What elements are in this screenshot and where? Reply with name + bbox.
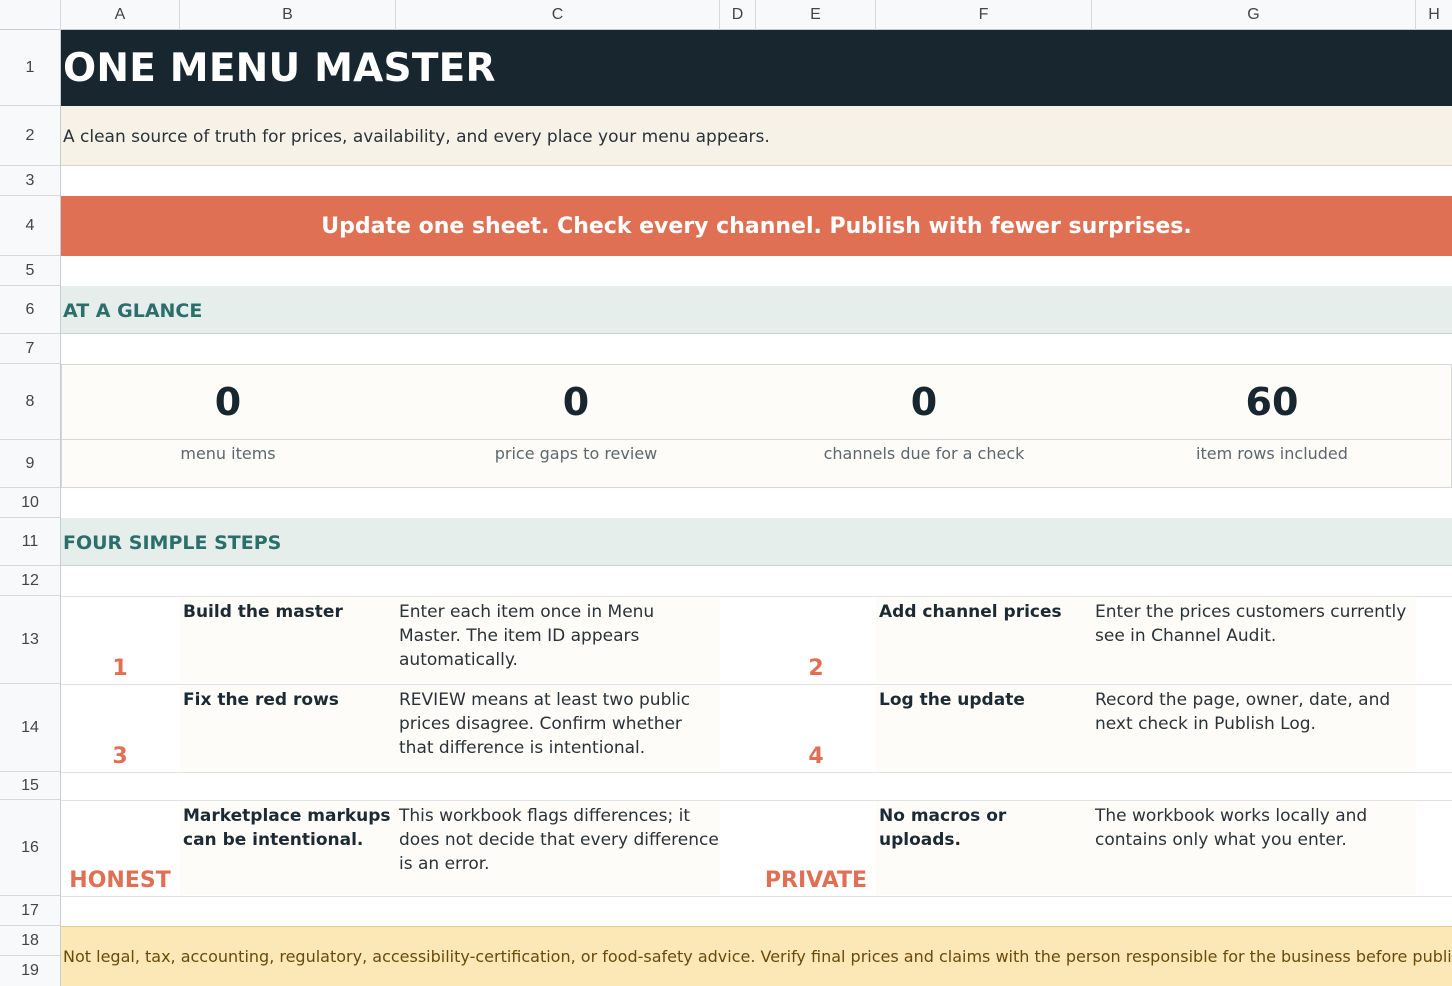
step-desc-3[interactable]: REVIEW means at least two public prices … [399,688,719,760]
row-header-1[interactable]: 1 [0,30,60,106]
row-header-11[interactable]: 11 [0,518,60,566]
select-all-corner[interactable] [0,0,61,30]
stat-channels-due-value[interactable]: 0 [750,380,1098,424]
step-title-1[interactable]: Build the master [183,600,393,624]
note-title-honest[interactable]: Marketplace markups can be intentional. [183,804,393,852]
column-header-g[interactable]: G [1092,0,1416,30]
step-title-3[interactable]: Fix the red rows [183,688,393,712]
gridline [61,896,1452,897]
step-number-2[interactable]: 2 [756,656,876,681]
glance-heading[interactable]: AT A GLANCE [63,300,202,322]
banner-message[interactable]: Update one sheet. Check every channel. P… [61,196,1452,256]
column-header-b[interactable]: B [180,0,396,30]
stat-item-rows-value[interactable]: 60 [1098,380,1446,424]
row-header-4[interactable]: 4 [0,196,60,256]
column-header-a[interactable]: A [61,0,180,30]
row-header-5[interactable]: 5 [0,256,60,286]
step-number-4[interactable]: 4 [756,744,876,769]
row-header-9[interactable]: 9 [0,440,60,488]
stat-channels-due-label: channels due for a check [823,444,1025,463]
step-title-2[interactable]: Add channel prices [879,600,1089,624]
stat-menu-items-label: menu items [180,444,276,463]
note-label-private[interactable]: PRIVATE [756,868,876,893]
stats-divider [61,439,1452,440]
column-header-bar: A B C D E F G H [0,0,1452,30]
row-header-7[interactable]: 7 [0,334,60,364]
note-desc-honest[interactable]: This workbook flags differences; it does… [399,804,719,876]
stat-item-rows-label: item rows included [1196,444,1348,463]
column-header-h[interactable]: H [1416,0,1452,30]
stat-menu-items-value[interactable]: 0 [54,380,402,424]
row-header-6[interactable]: 6 [0,286,60,334]
row-header-8[interactable]: 8 [0,364,60,440]
stat-price-gaps-value[interactable]: 0 [402,380,750,424]
column-header-f[interactable]: F [876,0,1092,30]
row-header-2[interactable]: 2 [0,106,60,166]
note-label-honest[interactable]: HONEST [60,868,180,893]
glance-section-band [61,286,1452,334]
note-desc-private[interactable]: The workbook works locally and contains … [1095,804,1415,852]
row-header-3[interactable]: 3 [0,166,60,196]
row-header-16[interactable]: 16 [0,800,60,896]
note-title-private[interactable]: No macros or uploads. [879,804,1089,852]
step-desc-2[interactable]: Enter the prices customers currently see… [1095,600,1415,648]
row-header-17[interactable]: 17 [0,896,60,926]
row-header-13[interactable]: 13 [0,596,60,684]
stat-price-gaps-label: price gaps to review [494,444,658,463]
step-desc-4[interactable]: Record the page, owner, date, and next c… [1095,688,1415,736]
step-number-3[interactable]: 3 [60,744,180,769]
column-header-c[interactable]: C [396,0,720,30]
step-desc-1[interactable]: Enter each item once in Menu Master. The… [399,600,719,672]
page-title[interactable]: ONE MENU MASTER [63,46,496,91]
steps-heading[interactable]: FOUR SIMPLE STEPS [63,532,281,554]
row-header-14[interactable]: 14 [0,684,60,772]
row-header-10[interactable]: 10 [0,488,60,518]
step-number-1[interactable]: 1 [60,656,180,681]
row-header-18[interactable]: 18 [0,926,60,956]
column-header-d[interactable]: D [720,0,756,30]
row-header-19[interactable]: 19 [0,956,60,986]
step-title-4[interactable]: Log the update [879,688,1089,712]
page-subtitle[interactable]: A clean source of truth for prices, avai… [63,127,770,147]
disclaimer-text[interactable]: Not legal, tax, accounting, regulatory, … [63,947,1452,966]
gridline [61,772,1452,773]
row-header-12[interactable]: 12 [0,566,60,596]
column-header-e[interactable]: E [756,0,876,30]
row-header-bar: 1 2 3 4 5 6 7 8 9 10 11 12 13 14 15 16 1… [0,30,61,986]
row-header-15[interactable]: 15 [0,772,60,800]
